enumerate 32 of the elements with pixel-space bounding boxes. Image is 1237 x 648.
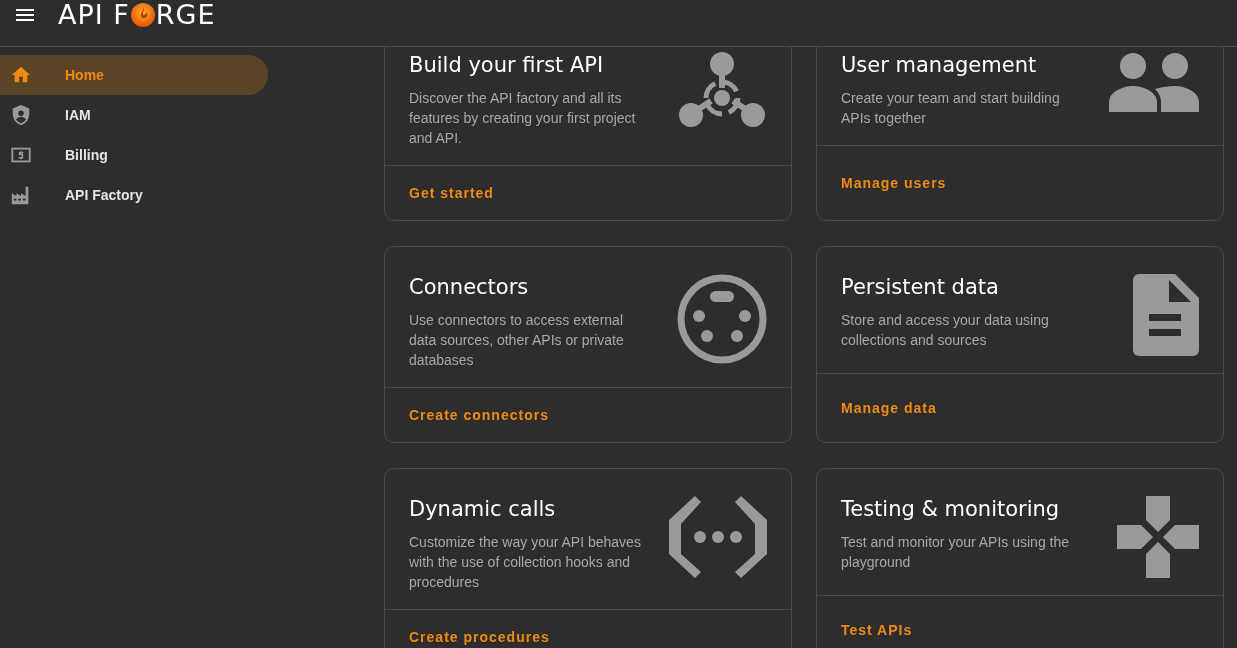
sidebar-item[interactable]: API Factory	[0, 175, 268, 215]
card-title: Testing & monitoring	[841, 496, 1061, 523]
card-description: Test and monitor your APIs using the playground	[841, 533, 1070, 572]
card-action-link[interactable]: Manage data	[841, 400, 937, 416]
card-action-link[interactable]: Create procedures	[409, 629, 550, 645]
card-action-link[interactable]: Create connectors	[409, 407, 549, 423]
card-description: Create your team and start building APIs together	[841, 89, 1061, 128]
sidebar-item[interactable]: IAM	[0, 95, 268, 135]
card-action-link[interactable]: Get started	[409, 185, 494, 201]
logo-text: RGE	[155, 0, 216, 30]
card-title: User management	[841, 52, 1038, 79]
brackets-dots-icon	[669, 496, 767, 578]
card-title: Build your first API	[409, 52, 605, 79]
card-description: Discover the API factory and all its features by creating your first project and API.	[409, 89, 637, 148]
menu-icon[interactable]	[16, 9, 34, 21]
card-description: Customize the way your API behaves with the use of collection hooks and procedures	[409, 533, 642, 592]
people-icon	[1109, 52, 1199, 112]
flame-logo-icon	[130, 3, 155, 27]
card-title: Persistent data	[841, 274, 1000, 301]
sidebar-item[interactable]: Billing	[0, 135, 268, 175]
card-action-link[interactable]: Test APIs	[841, 622, 913, 638]
sidebar-item[interactable]: Home	[0, 55, 268, 95]
round-connector-icon	[677, 274, 767, 364]
card-title: Connectors	[409, 274, 530, 301]
gamepad-icon	[1117, 496, 1199, 578]
card-description: Use connectors to access external data sources, other APIs or private databases	[409, 311, 625, 370]
card-action-link[interactable]: Manage users	[841, 175, 947, 191]
logo-text: API F	[58, 0, 130, 30]
card-title: Dynamic calls	[409, 496, 557, 523]
document-icon	[1133, 274, 1199, 356]
shield-person-icon	[10, 104, 32, 126]
card-description: Store and access your data using collections and sources	[841, 311, 1050, 350]
